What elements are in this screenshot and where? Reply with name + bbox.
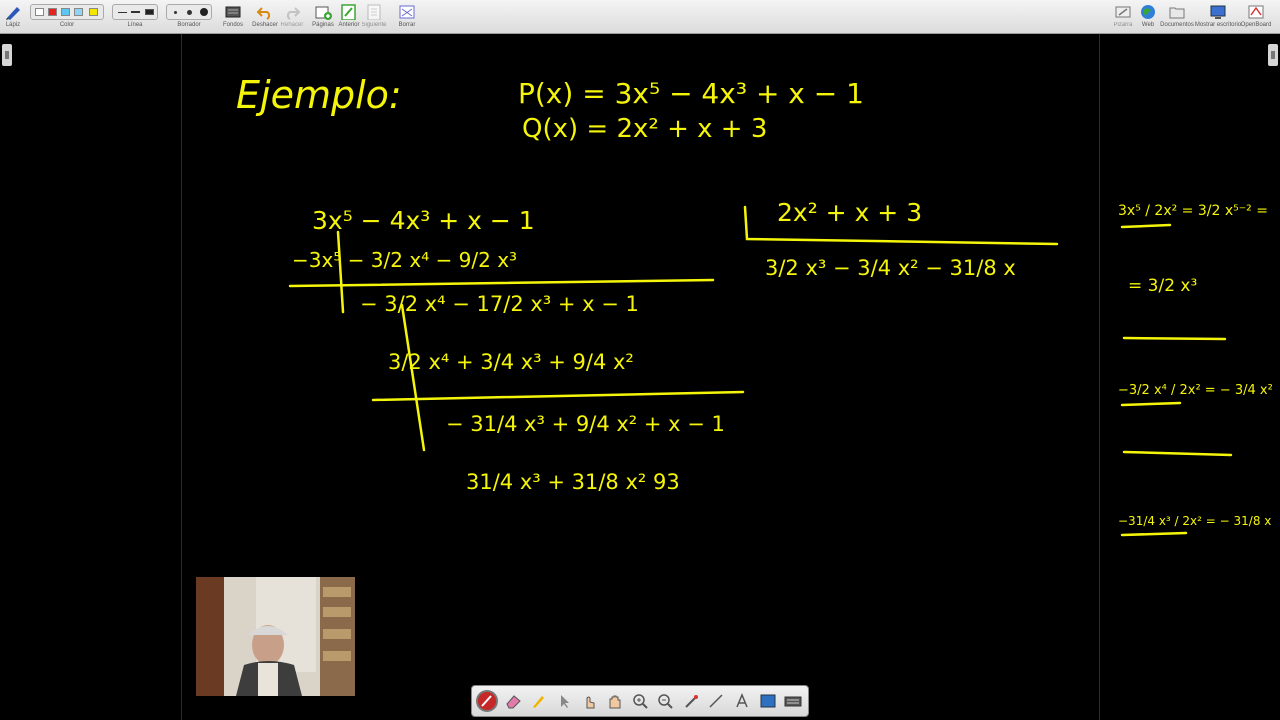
polynomial-p-definition: P(x) = 3x⁵ − 4x³ + x − 1: [518, 77, 864, 110]
side-note-2: −3/2 x⁴ / 2x² = − 3/4 x²: [1118, 383, 1273, 398]
text-tool-button[interactable]: [733, 692, 751, 710]
interactor-icon: [586, 696, 595, 709]
side-rule-2: [1122, 450, 1233, 457]
eraser-tool-button[interactable]: [504, 692, 522, 710]
hand-icon: [609, 695, 621, 709]
webcam-image: [196, 577, 355, 696]
zoom-out-tool-button[interactable]: [656, 692, 674, 710]
subtract-row-1: −3x⁵ − 3/2 x⁴ − 9/2 x³: [292, 248, 518, 272]
capture-icon: [760, 694, 776, 708]
eraser-icon: [506, 695, 521, 709]
subtract-row-2: 3/2 x⁴ + 3/4 x³ + 9/4 x²: [388, 350, 634, 374]
side-note-1a: 3x⁵ / 2x² = 3/2 x⁵⁻² =: [1118, 203, 1268, 219]
selector-tool-button[interactable]: [555, 692, 573, 710]
line-tool-button[interactable]: [707, 692, 725, 710]
division-vertical-line-1: [336, 230, 345, 314]
laser-pointer-icon: [685, 695, 698, 708]
stylus-icon: [481, 695, 492, 707]
zoom-in-tool-button[interactable]: [631, 692, 649, 710]
marker-icon: [533, 696, 544, 708]
webcam-video-feed: [196, 577, 355, 696]
text-icon: [736, 693, 748, 708]
dividend-row: 3x⁵ − 4x³ + x − 1: [312, 206, 535, 235]
remainder-row-2: − 31/4 x³ + 9/4 x² + x − 1: [446, 412, 725, 436]
side-rule-1: [1122, 336, 1227, 341]
division-vertical-line-2: [400, 303, 426, 452]
zoom-in-icon: [633, 694, 648, 709]
tool-palette: [471, 685, 809, 717]
remainder-row-1: − 3/2 x⁴ − 17/2 x³ + x − 1: [360, 292, 639, 316]
marker-tool-button[interactable]: [529, 692, 547, 710]
laser-pointer-tool-button[interactable]: [682, 692, 700, 710]
heading-ejemplo: Ejemplo:: [236, 73, 402, 117]
subtract-row-3: 31/4 x³ + 31/8 x² 93: [466, 470, 680, 494]
capture-tool-button[interactable]: [759, 692, 777, 710]
virtual-keyboard-icon: [784, 696, 802, 707]
divisor: 2x² + x + 3: [777, 198, 923, 227]
quotient: 3/2 x³ − 3/4 x² − 31/8 x: [765, 256, 1016, 280]
interactor-tool-button[interactable]: [580, 692, 598, 710]
side-note-1b: = 3/2 x³: [1128, 276, 1198, 296]
side-note-3: −31/4 x³ / 2x² = − 31/8 x: [1118, 514, 1272, 528]
side-fraction-bar-3: [1120, 531, 1188, 537]
side-fraction-bar-1: [1120, 223, 1172, 229]
polynomial-q-definition: Q(x) = 2x² + x + 3: [522, 114, 768, 144]
virtual-keyboard-button[interactable]: [784, 692, 802, 710]
zoom-out-icon: [658, 694, 673, 709]
side-fraction-bar-2: [1120, 401, 1182, 407]
stylus-tool-button[interactable]: [478, 692, 496, 710]
division-rule-2: [371, 390, 745, 402]
division-rule-1: [288, 278, 715, 288]
line-icon: [709, 694, 723, 708]
hand-tool-button[interactable]: [605, 692, 623, 710]
selector-icon: [561, 695, 569, 708]
